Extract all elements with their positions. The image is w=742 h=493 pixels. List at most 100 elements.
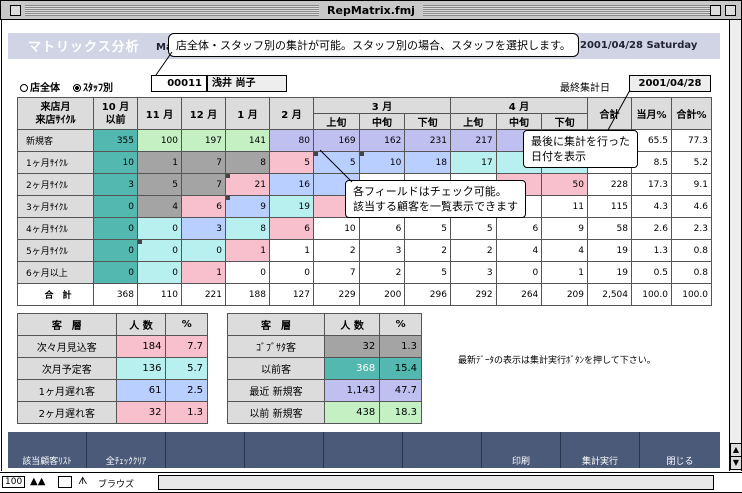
- print-button[interactable]: 印刷: [482, 432, 561, 468]
- table-row[interactable]: 1ヶ月遅れ客 61 2.5: [17, 379, 208, 402]
- window-titlebar[interactable]: RepMatrix.fmj: [0, 0, 742, 20]
- table-row[interactable]: 次月予定客 136 5.7: [17, 357, 208, 380]
- count-cell[interactable]: 136: [115, 357, 167, 380]
- matrix-cell[interactable]: 5: [269, 151, 314, 174]
- matrix-cell[interactable]: 217: [449, 129, 497, 152]
- matrix-cell[interactable]: 0: [495, 261, 543, 284]
- matrix-cell[interactable]: 5: [404, 261, 451, 284]
- scroll-up-icon[interactable]: ▲: [730, 443, 742, 457]
- matrix-cell[interactable]: 6: [269, 217, 314, 240]
- layout-icon[interactable]: [58, 476, 72, 488]
- zoom-level[interactable]: 100: [2, 476, 26, 488]
- count-cell[interactable]: 368: [323, 357, 381, 380]
- matrix-cell[interactable]: 3: [181, 217, 226, 240]
- matrix-cell[interactable]: 9: [225, 195, 270, 218]
- count-cell[interactable]: 32: [323, 335, 381, 358]
- count-cell[interactable]: 1,143: [323, 379, 381, 402]
- matrix-cell[interactable]: 7: [313, 261, 360, 284]
- matrix-cell[interactable]: 0: [137, 239, 182, 262]
- empty-button-1[interactable]: [166, 432, 245, 468]
- table-row[interactable]: 2ヶ月遅れ客 32 1.3: [17, 401, 208, 424]
- mode-icon[interactable]: ᗑ: [78, 476, 87, 487]
- table-row[interactable]: 最近 新規客 1,143 47.7: [227, 379, 422, 402]
- matrix-cell[interactable]: 0: [225, 261, 270, 284]
- matrix-cell[interactable]: 8: [225, 151, 270, 174]
- radio-staff[interactable]: ｽﾀｯﾌ別: [73, 79, 113, 94]
- matrix-cell[interactable]: 1: [269, 239, 314, 262]
- matrix-cell[interactable]: 50: [541, 173, 588, 196]
- matrix-cell[interactable]: 8: [225, 217, 270, 240]
- pct-cell: 5.7: [165, 357, 208, 380]
- matrix-cell[interactable]: 0: [93, 239, 138, 262]
- matrix-cell[interactable]: 141: [225, 129, 270, 152]
- table-row[interactable]: 以前客 368 15.4: [227, 357, 422, 380]
- matrix-cell[interactable]: 4: [495, 239, 543, 262]
- run-aggregation-button[interactable]: 集計実行: [561, 432, 640, 468]
- empty-button-4[interactable]: [403, 432, 482, 468]
- matrix-cell[interactable]: 1: [137, 151, 182, 174]
- matrix-cell[interactable]: 4: [541, 239, 588, 262]
- horizontal-scrollbar[interactable]: [158, 475, 714, 490]
- count-cell[interactable]: 32: [115, 401, 167, 424]
- zoom-icon[interactable]: ▲▲: [30, 476, 45, 487]
- matrix-cell[interactable]: 5: [404, 217, 451, 240]
- matrix-cell[interactable]: 10: [313, 217, 360, 240]
- matrix-cell[interactable]: 4: [137, 195, 182, 218]
- mode-label[interactable]: ブラウズ: [98, 477, 134, 490]
- matrix-cell[interactable]: 3: [358, 239, 406, 262]
- matrix-cell[interactable]: 3: [93, 173, 138, 196]
- matrix-cell[interactable]: 80: [269, 129, 314, 152]
- matrix-cell[interactable]: 2: [358, 261, 406, 284]
- matrix-cell[interactable]: 18: [404, 151, 451, 174]
- matrix-cell[interactable]: 0: [93, 195, 138, 218]
- clear-checks-button[interactable]: 全ﾁｪｯｸｸﾘｱ: [87, 432, 166, 468]
- matrix-cell[interactable]: 3: [449, 261, 497, 284]
- matrix-cell[interactable]: 0: [137, 261, 182, 284]
- matrix-cell[interactable]: 0: [269, 261, 314, 284]
- count-cell[interactable]: 61: [115, 379, 167, 402]
- customer-list-button[interactable]: 該当顧客ﾘｽﾄ: [8, 432, 87, 468]
- close-button[interactable]: 閉じる: [640, 432, 720, 468]
- table-row[interactable]: ｺﾞﾌﾞｻﾀ客 32 1.3: [227, 335, 422, 358]
- empty-button-2[interactable]: [245, 432, 324, 468]
- matrix-cell[interactable]: 5: [137, 173, 182, 196]
- matrix-cell[interactable]: 1: [225, 239, 270, 262]
- matrix-cell[interactable]: 6: [495, 217, 543, 240]
- matrix-cell[interactable]: 197: [181, 129, 226, 152]
- matrix-cell[interactable]: 17: [449, 151, 497, 174]
- matrix-cell[interactable]: 2: [449, 239, 497, 262]
- empty-button-3[interactable]: [324, 432, 403, 468]
- matrix-cell[interactable]: 162: [358, 129, 406, 152]
- matrix-cell[interactable]: 231: [404, 129, 451, 152]
- matrix-cell[interactable]: 100: [137, 129, 182, 152]
- count-cell[interactable]: 438: [323, 401, 381, 424]
- matrix-cell[interactable]: 7: [181, 173, 226, 196]
- vertical-scrollbar[interactable]: ▲ ▼: [729, 20, 742, 471]
- matrix-cell[interactable]: 0: [93, 261, 138, 284]
- matrix-cell[interactable]: 355: [93, 129, 138, 152]
- matrix-cell[interactable]: 9: [541, 217, 588, 240]
- matrix-cell[interactable]: 7: [181, 151, 226, 174]
- table-row[interactable]: 以前 新規客 438 18.3: [227, 401, 422, 424]
- matrix-cell[interactable]: 0: [93, 217, 138, 240]
- matrix-cell[interactable]: 6: [181, 195, 226, 218]
- matrix-cell[interactable]: 5: [449, 217, 497, 240]
- matrix-cell[interactable]: 16: [269, 173, 314, 196]
- matrix-cell[interactable]: 10: [358, 151, 406, 174]
- matrix-cell[interactable]: 0: [181, 239, 226, 262]
- matrix-cell[interactable]: 2: [313, 239, 360, 262]
- matrix-cell[interactable]: 6: [358, 217, 406, 240]
- scroll-down-icon[interactable]: ▼: [730, 456, 742, 470]
- table-row[interactable]: 次々月見込客 184 7.7: [17, 335, 208, 358]
- staff-code-field[interactable]: 00011: [151, 75, 207, 92]
- matrix-cell[interactable]: 19: [269, 195, 314, 218]
- matrix-cell[interactable]: 1: [541, 261, 588, 284]
- radio-store[interactable]: 店全体: [20, 79, 60, 94]
- matrix-cell[interactable]: 21: [225, 173, 270, 196]
- matrix-cell[interactable]: 11: [541, 195, 588, 218]
- matrix-cell[interactable]: 1: [181, 261, 226, 284]
- count-cell[interactable]: 184: [115, 335, 167, 358]
- matrix-cell[interactable]: 2: [404, 239, 451, 262]
- matrix-cell[interactable]: 0: [137, 217, 182, 240]
- matrix-cell[interactable]: 10: [93, 151, 138, 174]
